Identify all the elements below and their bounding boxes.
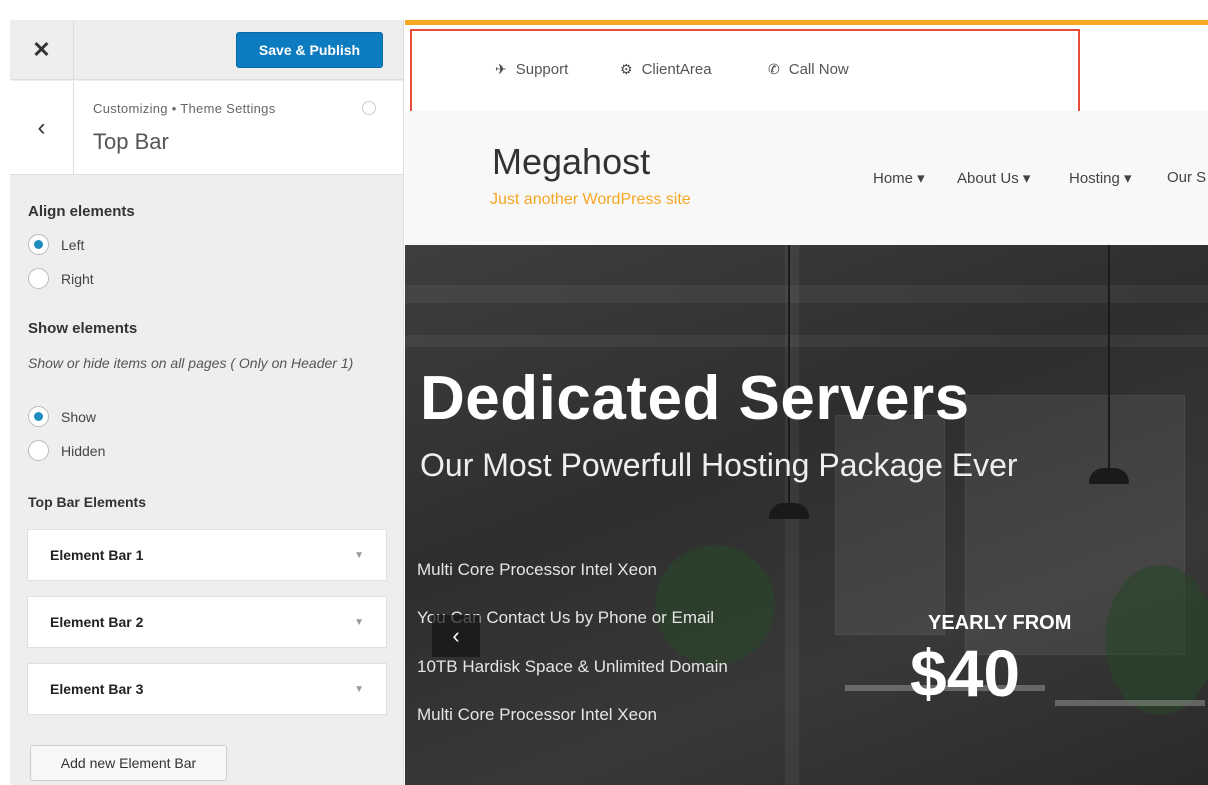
chevron-down-icon: ▼ xyxy=(354,683,364,695)
help-icon[interactable] xyxy=(362,101,376,115)
align-elements-label: Align elements xyxy=(28,203,135,220)
radio-button[interactable] xyxy=(28,268,49,289)
desk-background xyxy=(1055,700,1205,706)
hero-feature: Multi Core Processor Intel Xeon xyxy=(417,705,657,724)
radio-button[interactable] xyxy=(28,440,49,461)
show-elements-label: Show elements xyxy=(28,320,138,337)
ceiling-beam xyxy=(405,335,1208,347)
chevron-left-icon: ‹ xyxy=(37,114,46,141)
save-publish-button[interactable]: Save & Publish xyxy=(236,32,383,68)
price-value: $40 xyxy=(910,636,1021,710)
element-bar-accordion[interactable]: Element Bar 3 ▼ xyxy=(27,663,387,715)
close-icon: ✕ xyxy=(32,37,51,62)
align-left-radio[interactable]: Left xyxy=(28,234,84,255)
topbar-clientarea-link[interactable]: ⚙ ClientArea xyxy=(620,61,712,78)
top-bar-elements-label: Top Bar Elements xyxy=(28,494,146,510)
plane-icon: ✈ xyxy=(495,61,507,77)
plant-background xyxy=(1105,565,1208,715)
radio-button-checked[interactable] xyxy=(28,234,49,255)
hero-subtitle: Our Most Powerfull Hosting Package Ever xyxy=(420,447,1018,483)
hero-slider: Dedicated Servers Our Most Powerfull Hos… xyxy=(405,245,1208,785)
site-preview: ✈ Support ⚙ ClientArea ✆ Call Now Megaho… xyxy=(405,20,1208,785)
radio-button-checked[interactable] xyxy=(28,406,49,427)
site-title[interactable]: Megahost xyxy=(492,141,650,183)
site-header: Megahost Just another WordPress site Hom… xyxy=(405,111,1208,245)
nav-about-us[interactable]: About Us ▾ xyxy=(957,169,1030,187)
show-radio[interactable]: Show xyxy=(28,406,96,427)
element-bar-accordion[interactable]: Element Bar 2 ▼ xyxy=(27,596,387,648)
top-bar-highlight: ✈ Support ⚙ ClientArea ✆ Call Now xyxy=(410,29,1080,113)
slider-prev-button[interactable]: ‹ xyxy=(432,615,480,657)
site-tagline: Just another WordPress site xyxy=(490,191,691,208)
section-header: ‹ Customizing • Theme Settings Top Bar xyxy=(10,81,403,175)
hero-title: Dedicated Servers xyxy=(420,364,970,433)
nav-home[interactable]: Home ▾ xyxy=(873,169,925,187)
customizer-panel: ✕ Save & Publish ‹ Customizing • Theme S… xyxy=(10,20,404,785)
plant-background xyxy=(655,545,775,665)
panel-header: ✕ Save & Publish xyxy=(10,20,403,80)
gears-icon: ⚙ xyxy=(620,61,633,77)
back-button[interactable]: ‹ xyxy=(10,81,74,175)
breadcrumb: Customizing • Theme Settings xyxy=(93,101,276,116)
hidden-radio[interactable]: Hidden xyxy=(28,440,105,461)
lamp-icon xyxy=(769,503,809,519)
section-title: Top Bar xyxy=(93,129,169,154)
ceiling-beam xyxy=(405,285,1208,303)
chevron-down-icon: ▼ xyxy=(354,616,364,628)
topbar-callnow-link[interactable]: ✆ Call Now xyxy=(768,61,849,78)
topbar-support-link[interactable]: ✈ Support xyxy=(495,61,568,78)
price-caption: YEARLY FROM xyxy=(928,612,1072,634)
close-button[interactable]: ✕ xyxy=(10,20,74,80)
phone-icon: ✆ xyxy=(768,61,780,77)
align-right-radio[interactable]: Right xyxy=(28,268,94,289)
accent-bar xyxy=(405,20,1208,25)
add-element-bar-button[interactable]: Add new Element Bar xyxy=(30,745,227,781)
lamp-icon xyxy=(1089,468,1129,484)
element-bar-accordion[interactable]: Element Bar 1 ▼ xyxy=(27,529,387,581)
nav-our-services[interactable]: Our S xyxy=(1167,169,1206,186)
chevron-down-icon: ▼ xyxy=(354,549,364,561)
chevron-left-icon: ‹ xyxy=(452,623,460,648)
hero-feature: Multi Core Processor Intel Xeon xyxy=(417,560,657,579)
show-elements-description: Show or hide items on all pages ( Only o… xyxy=(28,355,354,371)
lamp-cord xyxy=(1108,245,1110,470)
hero-feature: 10TB Hardisk Space & Unlimited Domain xyxy=(417,657,728,676)
nav-hosting[interactable]: Hosting ▾ xyxy=(1069,169,1132,187)
